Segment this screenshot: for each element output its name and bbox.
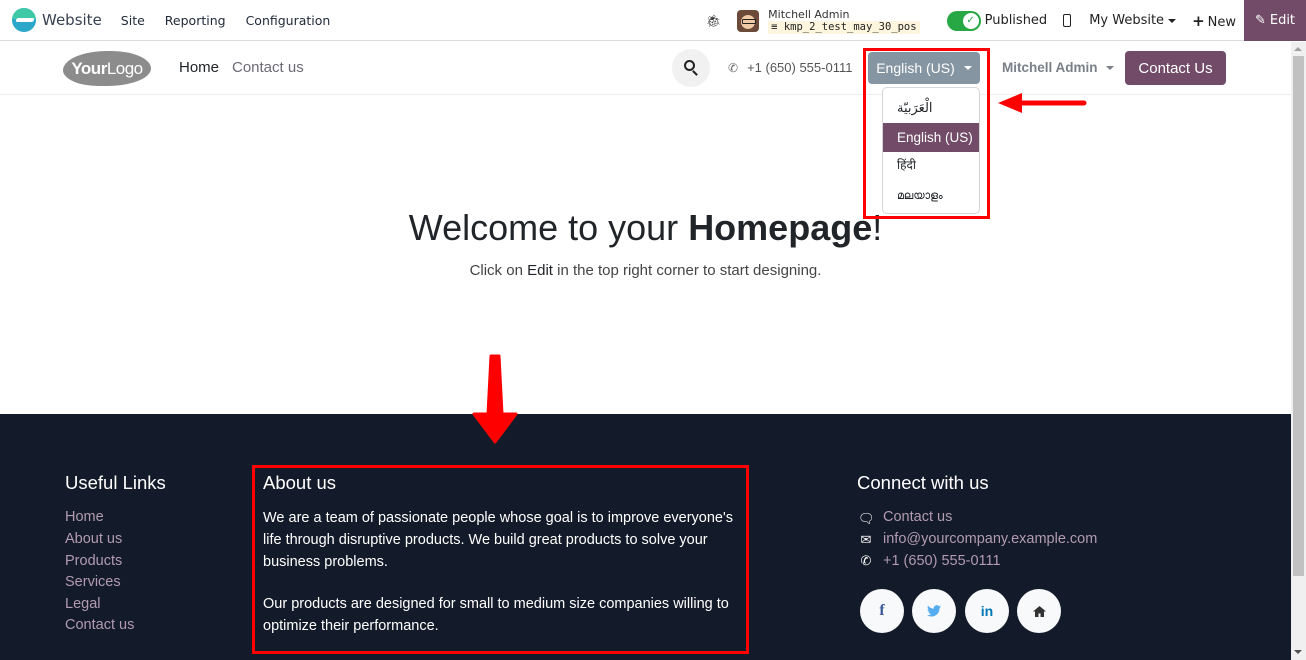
- phone-icon: ✆: [860, 553, 872, 568]
- admin-navbar: Website Site Reporting Configuration 🐞︎ …: [0, 0, 1306, 41]
- logo-text: Logo: [106, 59, 143, 78]
- connect-title: Connect with us: [857, 472, 989, 493]
- website-selector[interactable]: My Website: [1089, 13, 1177, 28]
- hero-subtitle: Click on Edit in the top right corner to…: [0, 262, 1291, 279]
- comment-icon: 🗨︎: [858, 511, 875, 526]
- website-selector-label: My Website: [1089, 13, 1165, 28]
- pencil-icon: ✎: [1254, 13, 1266, 28]
- footer-link-about[interactable]: About us: [65, 531, 122, 547]
- linkedin-icon: in: [980, 603, 994, 619]
- odoo-website-icon: [12, 8, 36, 32]
- avatar[interactable]: [737, 9, 760, 32]
- mobile-preview-icon[interactable]: [1063, 14, 1072, 27]
- published-label[interactable]: Published: [985, 13, 1048, 28]
- nav-contact-us[interactable]: Contact us: [232, 59, 304, 76]
- menu-configuration[interactable]: Configuration: [246, 13, 331, 28]
- envelope-icon: ✉: [860, 532, 872, 547]
- site-logo[interactable]: YourLogo: [63, 51, 151, 86]
- edit-button[interactable]: ✎ Edit: [1244, 0, 1306, 41]
- hero-subtitle-bold: Edit: [527, 262, 553, 279]
- contact-us-button[interactable]: Contact Us: [1125, 51, 1226, 85]
- user-menu[interactable]: Mitchell Admin: [1002, 60, 1114, 75]
- phone-icon: ✆: [728, 61, 739, 75]
- linkedin-button[interactable]: in: [965, 589, 1009, 633]
- menu-reporting[interactable]: Reporting: [165, 13, 226, 28]
- connect-email[interactable]: info@yourcompany.example.com: [883, 531, 1097, 547]
- caret-down-icon: [1168, 18, 1177, 23]
- page-scrollbar[interactable]: [1291, 42, 1306, 660]
- hero-title: Welcome to your Homepage!: [0, 207, 1291, 249]
- footer-link-home[interactable]: Home: [65, 509, 104, 525]
- database-label: kmp_2_test_may_30_pos: [783, 20, 917, 33]
- annotation-arrow-down-icon: [472, 354, 518, 444]
- user-menu-label: Mitchell Admin: [1002, 60, 1098, 75]
- footer-link-contact[interactable]: Contact us: [65, 617, 134, 633]
- scroll-down-icon[interactable]: [1294, 650, 1302, 654]
- useful-links-title: Useful Links: [65, 472, 166, 493]
- new-button[interactable]: + New: [1192, 12, 1236, 30]
- plus-icon: +: [1192, 11, 1205, 30]
- scroll-up-icon[interactable]: [1294, 47, 1302, 51]
- edit-label: Edit: [1269, 13, 1296, 28]
- check-icon: ✓: [962, 12, 979, 29]
- database-name: ≡ kmp_2_test_may_30_pos: [768, 20, 920, 34]
- nav-home[interactable]: Home: [179, 59, 219, 76]
- caret-down-icon: [1105, 66, 1114, 71]
- database-icon: ≡: [771, 20, 784, 33]
- app-brand[interactable]: Website: [12, 8, 102, 32]
- menu-site[interactable]: Site: [121, 13, 145, 28]
- user-info[interactable]: Mitchell Admin ≡ kmp_2_test_may_30_pos: [768, 7, 920, 34]
- annotation-arrow-left-icon: [998, 93, 1087, 113]
- logo-text-bold: Your: [71, 59, 107, 78]
- connect-contact-us[interactable]: Contact us: [883, 509, 952, 525]
- footer-link-services[interactable]: Services: [65, 574, 121, 590]
- user-name: Mitchell Admin: [768, 7, 850, 21]
- search-icon-handle: [692, 70, 698, 76]
- home-button[interactable]: [1017, 589, 1061, 633]
- header-phone-number: +1 (650) 555-0111: [747, 60, 853, 75]
- facebook-icon: f: [879, 602, 885, 619]
- hero-title-bold: Homepage: [688, 207, 873, 248]
- bug-icon[interactable]: 🐞︎: [706, 14, 721, 28]
- app-name: Website: [42, 11, 102, 29]
- annotation-box-about: [252, 465, 749, 654]
- header-phone[interactable]: ✆ +1 (650) 555-0111: [728, 60, 852, 75]
- search-button[interactable]: [672, 49, 710, 87]
- facebook-button[interactable]: f: [860, 589, 904, 633]
- website-header: YourLogo Home Contact us ✆ +1 (650) 555-0…: [0, 42, 1291, 95]
- twitter-button[interactable]: [912, 589, 956, 633]
- hero-title-prefix: Welcome to your: [408, 207, 689, 248]
- published-toggle[interactable]: ✓: [946, 10, 981, 31]
- hero-subtitle-suffix: in the top right corner to start designi…: [552, 262, 822, 279]
- new-label: New: [1207, 14, 1236, 30]
- footer-link-products[interactable]: Products: [65, 553, 122, 569]
- connect-phone[interactable]: +1 (650) 555-0111: [883, 553, 1001, 569]
- home-icon: [1032, 605, 1046, 617]
- annotation-box-language: [863, 48, 990, 219]
- scrollbar-thumb[interactable]: [1293, 56, 1304, 576]
- footer-link-legal[interactable]: Legal: [65, 596, 100, 612]
- hero-subtitle-prefix: Click on: [469, 262, 528, 279]
- twitter-icon: [927, 605, 941, 617]
